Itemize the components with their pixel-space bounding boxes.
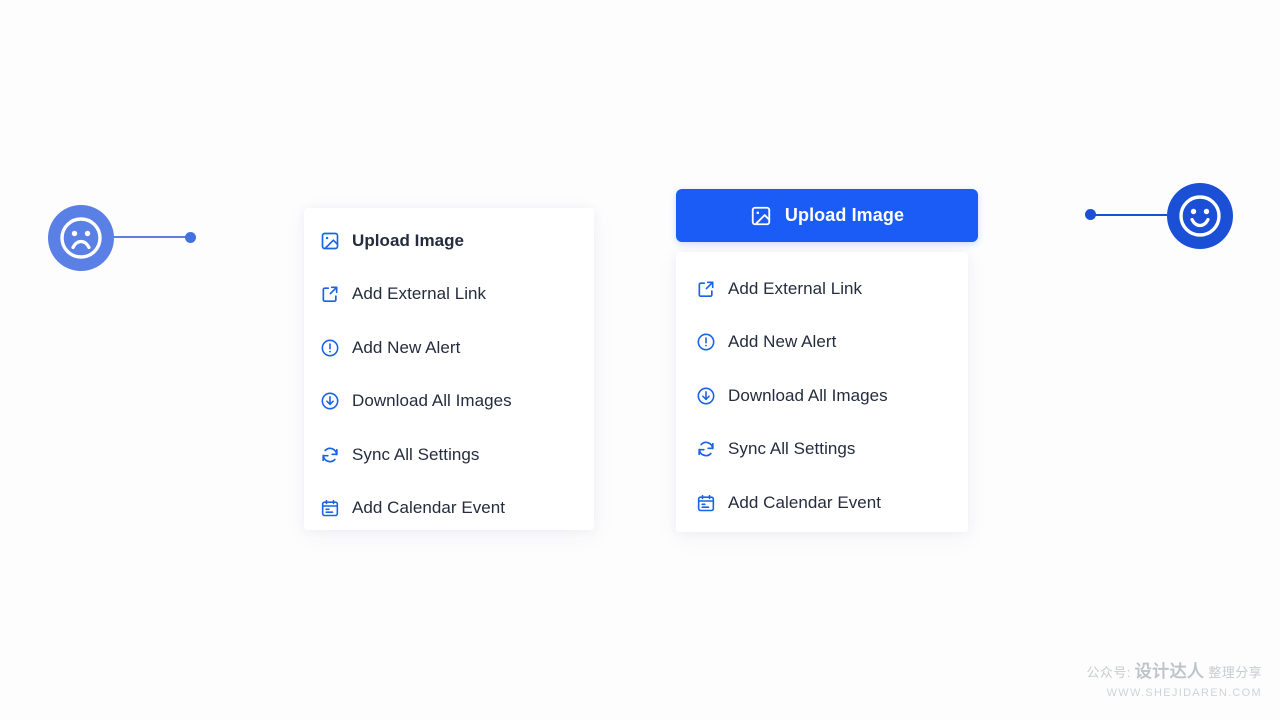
menu-item-label: Upload Image — [352, 230, 465, 250]
image-icon — [750, 205, 772, 227]
watermark-suffix: 整理分享 — [1208, 664, 1262, 680]
upload-image-button-label: Upload Image — [784, 205, 905, 225]
menu-item-label: Download All Images — [352, 391, 512, 411]
menu-item-label: Add New Alert — [728, 332, 837, 352]
left-connector-dot — [185, 232, 196, 243]
menu-item-label: Add New Alert — [352, 337, 461, 357]
watermark-chinese: 公众号: 设计达人 整理分享 — [1087, 660, 1262, 685]
download-icon — [320, 391, 340, 411]
watermark: 公众号: 设计达人 整理分享 WWW.SHEJIDAREN.COM — [1087, 660, 1262, 701]
menu-item-sync-all-settings[interactable]: Sync All Settings — [696, 423, 970, 477]
sync-icon — [696, 439, 716, 459]
menu-item-upload-image[interactable]: Upload Image — [320, 214, 594, 268]
menu-item-label: Add External Link — [352, 284, 487, 304]
menu-item-label: Sync All Settings — [352, 444, 480, 464]
menu-item-add-calendar-event[interactable]: Add Calendar Event — [696, 476, 970, 530]
calendar-icon — [320, 498, 340, 518]
menu-item-add-calendar-event[interactable]: Add Calendar Event — [320, 482, 594, 536]
alert-circle-icon — [320, 338, 340, 358]
comparison-canvas: Upload Image Add External Link Add New A… — [0, 0, 1280, 720]
menu-item-label: Download All Images — [728, 385, 888, 405]
menu-item-add-external-link[interactable]: Add External Link — [320, 268, 594, 322]
right-menu-list: Add External Link Add New Alert Download… — [696, 262, 970, 530]
menu-item-add-new-alert[interactable]: Add New Alert — [320, 321, 594, 375]
external-link-icon — [320, 284, 340, 304]
download-icon — [696, 386, 716, 406]
happy-face-badge — [1167, 183, 1233, 249]
watermark-prefix: 公众号: — [1086, 664, 1131, 680]
menu-item-label: Add Calendar Event — [728, 492, 882, 512]
watermark-name: 设计达人 — [1134, 661, 1205, 681]
menu-item-label: Add External Link — [728, 278, 863, 298]
right-connector-line — [1091, 214, 1169, 216]
menu-item-label: Add Calendar Event — [352, 498, 506, 518]
smiling-face-icon — [1167, 183, 1233, 249]
external-link-icon — [696, 279, 716, 299]
sync-icon — [320, 445, 340, 465]
left-connector-line — [112, 236, 190, 238]
sad-face-badge — [48, 205, 114, 271]
calendar-icon — [696, 493, 716, 513]
watermark-url: WWW.SHEJIDAREN.COM — [1106, 686, 1262, 699]
menu-item-sync-all-settings[interactable]: Sync All Settings — [320, 428, 594, 482]
left-menu-list: Upload Image Add External Link Add New A… — [320, 214, 594, 535]
frowning-face-icon — [48, 205, 114, 271]
alert-circle-icon — [696, 332, 716, 352]
right-connector-dot — [1085, 209, 1096, 220]
image-icon — [320, 231, 340, 251]
upload-image-button[interactable]: Upload Image — [676, 189, 978, 242]
menu-item-label: Sync All Settings — [728, 439, 856, 459]
menu-item-add-external-link[interactable]: Add External Link — [696, 262, 970, 316]
menu-item-download-all-images[interactable]: Download All Images — [320, 375, 594, 429]
menu-item-add-new-alert[interactable]: Add New Alert — [696, 316, 970, 370]
menu-item-download-all-images[interactable]: Download All Images — [696, 369, 970, 423]
